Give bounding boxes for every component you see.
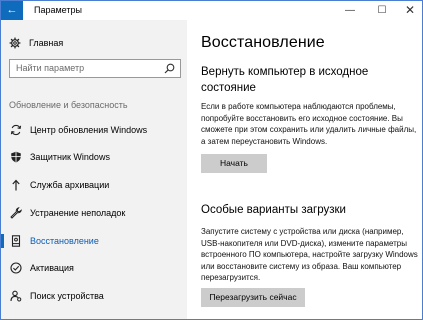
sidebar-item-defender[interactable]: Защитник Windows xyxy=(1,145,187,169)
sidebar-item-label: Защитник Windows xyxy=(30,152,110,162)
close-button[interactable]: ✕ xyxy=(396,1,422,20)
restart-now-button[interactable]: Перезагрузить сейчас xyxy=(201,288,305,307)
back-button[interactable]: ← xyxy=(1,1,23,20)
backup-arrow-icon xyxy=(12,179,20,191)
person-location-icon xyxy=(10,290,22,302)
settings-window: ← Параметры — ☐ ✕ Главная Найти параметр xyxy=(0,0,423,320)
main-content: Восстановление Вернуть компьютер в исход… xyxy=(187,20,422,319)
home-link[interactable]: Главная xyxy=(9,36,63,50)
shield-icon xyxy=(11,151,21,163)
start-reset-button[interactable]: Начать xyxy=(201,154,267,173)
sync-icon xyxy=(10,124,22,136)
sidebar-item-recovery[interactable]: Восстановление xyxy=(1,229,187,253)
maximize-button[interactable]: ☐ xyxy=(368,1,396,20)
check-circle-icon xyxy=(10,262,22,274)
gear-icon xyxy=(9,37,21,49)
advanced-startup-heading: Особые варианты загрузки xyxy=(201,204,346,216)
sidebar-item-backup[interactable]: Служба архивации xyxy=(1,173,187,197)
sidebar-item-windows-update[interactable]: Центр обновления Windows xyxy=(1,118,187,142)
minimize-button[interactable]: — xyxy=(336,1,364,20)
arrow-left-icon: ← xyxy=(6,4,18,16)
search-placeholder: Найти параметр xyxy=(16,63,85,73)
section-heading: Обновление и безопасность xyxy=(9,100,128,110)
sidebar-item-find-device[interactable]: Поиск устройства xyxy=(1,284,187,308)
home-label: Главная xyxy=(29,38,64,48)
sidebar-item-activation[interactable]: Активация xyxy=(1,256,187,280)
sidebar-item-label: Активация xyxy=(30,263,74,273)
sidebar-item-label: Поиск устройства xyxy=(30,291,104,301)
recovery-icon xyxy=(11,235,21,247)
reset-heading: Вернуть компьютер в исходное состояние xyxy=(201,66,369,94)
advanced-startup-description: Запустите систему с устройства или диска… xyxy=(201,227,418,282)
search-input[interactable]: Найти параметр xyxy=(9,59,181,78)
search-icon xyxy=(164,63,175,74)
title-bar: ← Параметры — ☐ ✕ xyxy=(1,1,422,20)
sidebar-item-label: Устранение неполадок xyxy=(30,208,126,218)
wrench-icon xyxy=(10,207,22,219)
sidebar-item-label: Восстановление xyxy=(30,236,99,246)
reset-description: Если в работе компьютера наблюдаются про… xyxy=(201,102,417,146)
window-title: Параметры xyxy=(34,5,82,15)
page-title: Восстановление xyxy=(201,34,325,51)
sidebar-item-label: Служба архивации xyxy=(30,180,110,190)
sidebar: Главная Найти параметр Обновление и безо… xyxy=(1,20,187,319)
sidebar-item-label: Центр обновления Windows xyxy=(30,125,148,135)
sidebar-item-troubleshoot[interactable]: Устранение неполадок xyxy=(1,201,187,225)
